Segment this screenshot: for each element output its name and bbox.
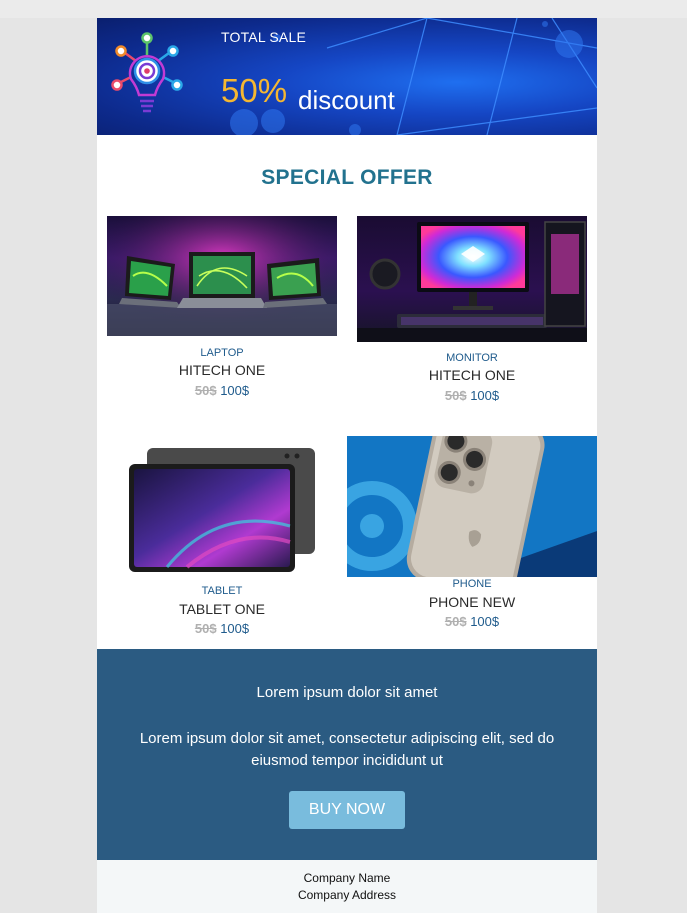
old-price: 50$ — [194, 383, 217, 398]
new-price: 100$ — [220, 621, 250, 636]
product-name[interactable]: HITECH ONE — [357, 367, 587, 383]
lightbulb-logo-icon — [111, 32, 183, 113]
cta-section: Lorem ipsum dolor sit amet Lorem ipsum d… — [97, 649, 597, 860]
tablet-image[interactable] — [127, 446, 317, 574]
monitor-setup-image[interactable] — [357, 216, 587, 342]
buy-now-button[interactable]: BUY NOW — [289, 791, 405, 829]
product-name[interactable]: PHONE NEW — [347, 594, 597, 610]
product-name[interactable]: HITECH ONE — [107, 362, 337, 378]
product-category: PHONE — [452, 578, 492, 590]
laptops-illustration — [107, 216, 337, 336]
product-price: 50$ 100$ — [357, 388, 587, 403]
old-price: 50$ — [194, 621, 217, 636]
product-category: TABLET — [201, 585, 243, 597]
old-price: 50$ — [444, 614, 467, 629]
old-price: 50$ — [444, 388, 467, 403]
laptops-image[interactable] — [107, 216, 337, 336]
banner-headline: TOTAL SALE — [221, 29, 306, 45]
product-price: 50$ 100$ — [107, 383, 337, 398]
phone-illustration — [347, 436, 597, 577]
product-price: 50$ 100$ — [97, 621, 347, 636]
new-price: 100$ — [470, 614, 500, 629]
product-card-tablet[interactable]: TABLET TABLET ONE 50$ 100$ — [97, 436, 347, 641]
tablet-illustration — [129, 448, 315, 572]
product-category: LAPTOP — [200, 347, 244, 359]
promo-banner: TOTAL SALE 50% discount — [97, 18, 597, 135]
new-price: 100$ — [220, 383, 250, 398]
product-category: MONITOR — [446, 352, 498, 364]
monitor-illustration — [357, 221, 587, 342]
section-title: SPECIAL OFFER — [261, 166, 433, 189]
footer: Company Name Company Address — [97, 860, 597, 913]
cta-body: Lorem ipsum dolor sit amet, consectetur … — [139, 730, 555, 769]
phone-image[interactable] — [347, 436, 597, 577]
product-card-phone[interactable]: PHONE PHONE NEW 50$ 100$ — [347, 436, 597, 636]
email-container: TOTAL SALE 50% discount SPECIAL OFFER LA… — [97, 18, 597, 913]
company-address: Company Address — [297, 888, 397, 902]
company-name: Company Name — [303, 871, 391, 885]
discount-label: discount — [298, 85, 395, 115]
product-price: 50$ 100$ — [347, 614, 597, 629]
product-card-laptop[interactable]: LAPTOP HITECH ONE 50$ 100$ — [107, 216, 337, 406]
discount-percent: 50% — [221, 72, 288, 109]
new-price: 100$ — [470, 388, 500, 403]
product-name[interactable]: TABLET ONE — [97, 601, 347, 617]
top-strip — [0, 0, 687, 18]
product-card-monitor[interactable]: MONITOR HITECH ONE 50$ 100$ — [357, 216, 587, 411]
cta-heading: Lorem ipsum dolor sit amet — [256, 684, 438, 701]
